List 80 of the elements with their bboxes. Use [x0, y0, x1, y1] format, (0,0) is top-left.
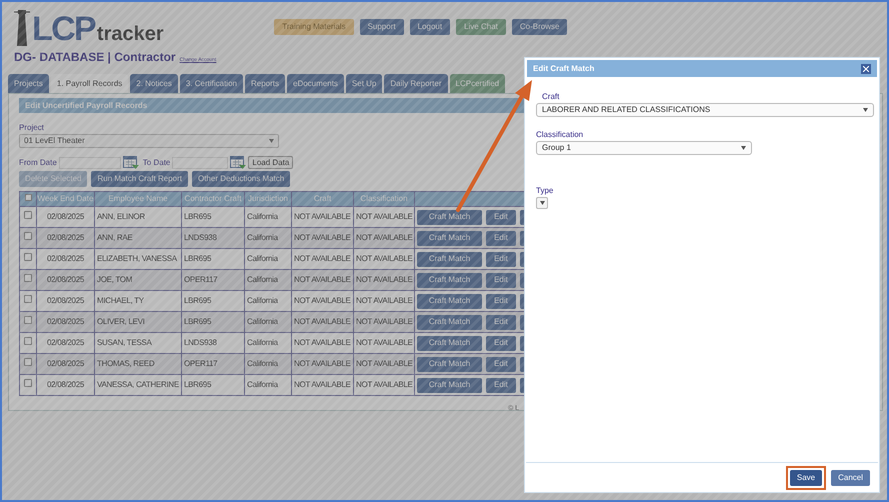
calendar-icon[interactable]: [122, 156, 139, 169]
table-cell: LBR695: [182, 374, 244, 396]
row-checkbox[interactable]: [24, 253, 32, 261]
craft-match-button[interactable]: Craft Match: [417, 314, 482, 330]
tab[interactable]: 1. Payroll Records: [50, 74, 128, 93]
dropdown-caret-icon: [863, 108, 868, 112]
tab[interactable]: Reports: [244, 74, 285, 93]
edit-button[interactable]: Edit: [486, 210, 516, 224]
row-checkbox[interactable]: [24, 211, 32, 219]
edit-button[interactable]: Edit: [486, 314, 516, 330]
load-data-button[interactable]: Load Data: [248, 156, 294, 169]
dropdown-caret-icon: [269, 139, 274, 143]
craft-match-button[interactable]: Craft Match: [417, 272, 482, 288]
edit-button[interactable]: Edit: [486, 356, 516, 372]
from-date-field[interactable]: [58, 156, 121, 168]
header-button[interactable]: Training Materials: [274, 19, 354, 35]
row-checkbox[interactable]: [24, 295, 32, 303]
edit-button[interactable]: Edit: [486, 294, 516, 308]
craft-match-button[interactable]: Craft Match: [417, 356, 482, 372]
row-checkbox[interactable]: [24, 316, 32, 324]
tab[interactable]: 2. Notices: [130, 74, 178, 93]
table-cell: NOT AVAILABLE: [292, 374, 354, 396]
tab[interactable]: 3. Certification: [180, 74, 243, 93]
craft-match-button[interactable]: Craft Match: [417, 294, 482, 308]
row-checkbox[interactable]: [24, 358, 32, 366]
edit-button[interactable]: Edit: [486, 272, 516, 288]
row-checkbox[interactable]: [24, 337, 32, 345]
close-icon: [863, 66, 869, 72]
action-button[interactable]: Run Match Craft Report: [91, 171, 188, 187]
row-checkbox[interactable]: [24, 274, 32, 282]
craft-match-button[interactable]: Craft Match: [417, 252, 482, 266]
craft-match-button[interactable]: Craft Match: [417, 378, 482, 392]
craft-match-button[interactable]: Craft Match: [417, 336, 482, 350]
type-select[interactable]: [536, 197, 548, 209]
header-button[interactable]: Live Chat: [456, 19, 506, 35]
lighthouse-icon: [14, 8, 30, 46]
table-cell: California: [244, 374, 292, 396]
tab[interactable]: eDocuments: [287, 74, 344, 93]
to-date-field[interactable]: [172, 156, 228, 168]
column-header: Craft: [292, 192, 354, 206]
table-cell: 02/08/2025: [36, 374, 94, 396]
logo-word: tracker: [96, 24, 164, 44]
table-cell: NOT AVAILABLE: [354, 374, 414, 396]
table-cell: VANESSA, CATHERINE: [94, 374, 182, 396]
edit-button[interactable]: Edit: [486, 230, 516, 246]
dropdown-caret-icon: [741, 146, 746, 150]
calendar-icon[interactable]: [230, 156, 246, 169]
dialog-button[interactable]: Cancel: [831, 470, 870, 486]
dialog-title: Edit Craft Match: [533, 62, 594, 74]
column-header: Employee Name: [94, 192, 182, 206]
edit-button[interactable]: Edit: [486, 252, 516, 266]
account-name: DG- DATABASE | Contractor: [14, 49, 176, 66]
tab[interactable]: Set Up: [346, 74, 382, 93]
edit-button[interactable]: Edit: [486, 336, 516, 350]
column-header: Contractor Craft: [182, 192, 244, 206]
logo-mark: LCP: [32, 12, 95, 46]
tab[interactable]: Daily Reporter: [384, 74, 448, 93]
project-label: Project: [19, 122, 45, 134]
dialog-button[interactable]: Save: [790, 470, 822, 486]
type-label: Type: [536, 185, 554, 197]
edit-button[interactable]: Edit: [486, 378, 516, 392]
to-date-label: To Date: [142, 156, 170, 168]
close-button[interactable]: [861, 64, 871, 74]
dropdown-caret-icon: [540, 201, 544, 205]
craft-select[interactable]: LABORER AND RELATED CLASSIFICATIONS: [536, 103, 874, 117]
craft-match-button[interactable]: Craft Match: [417, 230, 482, 246]
header-button[interactable]: Co-Browse: [512, 19, 568, 35]
craft-match-button[interactable]: Craft Match: [417, 210, 482, 224]
action-button[interactable]: Other Deductions Match: [192, 171, 290, 187]
from-date-label: From Date: [19, 156, 57, 168]
select-all-checkbox[interactable]: [24, 194, 32, 201]
project-select[interactable]: 01 LevEl Theater: [19, 134, 279, 148]
row-checkbox[interactable]: [24, 232, 32, 240]
row-checkbox[interactable]: [24, 379, 32, 387]
classification-select[interactable]: Group 1: [536, 141, 752, 155]
header-button[interactable]: Logout: [410, 19, 450, 35]
tab[interactable]: Projects: [8, 74, 49, 93]
classification-label: Classification: [536, 129, 584, 141]
tab[interactable]: LCPcertified: [450, 74, 506, 93]
header-button[interactable]: Support: [360, 19, 404, 35]
